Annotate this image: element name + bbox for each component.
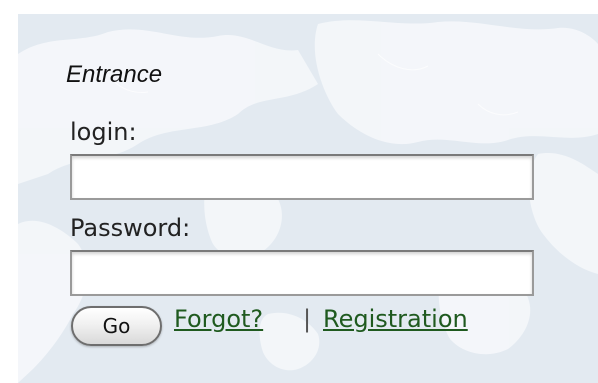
login-input[interactable] [70,154,534,200]
login-label: login: [70,118,137,146]
registration-link[interactable]: Registration [323,305,468,333]
form-heading: Entrance [66,61,163,88]
login-panel: Entrance login: Password: Go Forgot? | R… [18,14,598,383]
password-label: Password: [70,214,191,242]
go-button[interactable]: Go [71,306,162,346]
forgot-password-link[interactable]: Forgot? [174,305,263,333]
login-form: Entrance login: Password: Go Forgot? | R… [18,14,598,383]
password-input[interactable] [70,250,534,296]
link-separator: | [303,305,312,333]
